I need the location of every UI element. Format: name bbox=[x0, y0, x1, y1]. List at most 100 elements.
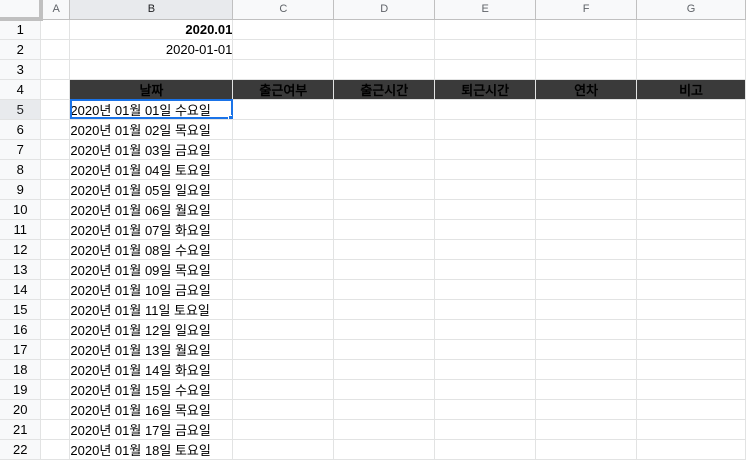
cell-E14[interactable] bbox=[434, 279, 537, 300]
row-header-14[interactable]: 14 bbox=[0, 279, 42, 300]
cell-B1[interactable]: 2020.01 bbox=[69, 19, 234, 40]
row-header-7[interactable]: 7 bbox=[0, 139, 42, 160]
cell-D11[interactable] bbox=[333, 219, 436, 240]
spreadsheet-grid[interactable]: A B C D E F G 1 2020.01 2 2020-01-01 3 4 날짜 출근여부 출근시간 퇴근… bbox=[0, 0, 746, 469]
cell-G11[interactable] bbox=[636, 219, 746, 240]
cell-A10[interactable] bbox=[40, 199, 71, 220]
row-header-12[interactable]: 12 bbox=[0, 239, 42, 260]
cell-D18[interactable] bbox=[333, 359, 436, 380]
cell-E19[interactable] bbox=[434, 379, 537, 400]
cell-D1[interactable] bbox=[333, 19, 436, 40]
cell-D20[interactable] bbox=[333, 399, 436, 420]
row-header-5[interactable]: 5 bbox=[0, 99, 42, 120]
row-header-2[interactable]: 2 bbox=[0, 39, 42, 60]
cell-E22[interactable] bbox=[434, 439, 537, 460]
cell-F2[interactable] bbox=[535, 39, 638, 60]
cell-D21[interactable] bbox=[333, 419, 436, 440]
cell-G16[interactable] bbox=[636, 319, 746, 340]
cell-G2[interactable] bbox=[636, 39, 746, 60]
cell-E11[interactable] bbox=[434, 219, 537, 240]
cell-G15[interactable] bbox=[636, 299, 746, 320]
cell-C22[interactable] bbox=[232, 439, 335, 460]
cell-G9[interactable] bbox=[636, 179, 746, 200]
cell-A9[interactable] bbox=[40, 179, 71, 200]
cell-B3[interactable] bbox=[69, 59, 234, 80]
active-cell-B5[interactable]: 2020년 01월 01일 수요일 bbox=[69, 99, 234, 120]
cell-B11[interactable]: 2020년 01월 07일 화요일 bbox=[69, 219, 234, 240]
cell-D19[interactable] bbox=[333, 379, 436, 400]
column-header-E[interactable]: E bbox=[434, 0, 537, 20]
cell-A2[interactable] bbox=[40, 39, 71, 60]
cell-G10[interactable] bbox=[636, 199, 746, 220]
cell-B6[interactable]: 2020년 01월 02일 목요일 bbox=[69, 119, 234, 140]
cell-G6[interactable] bbox=[636, 119, 746, 140]
cell-D2[interactable] bbox=[333, 39, 436, 60]
cell-F22[interactable] bbox=[535, 439, 638, 460]
cell-D17[interactable] bbox=[333, 339, 436, 360]
cell-A22[interactable] bbox=[40, 439, 71, 460]
cell-F17[interactable] bbox=[535, 339, 638, 360]
cell-E7[interactable] bbox=[434, 139, 537, 160]
cell-A21[interactable] bbox=[40, 419, 71, 440]
row-header-10[interactable]: 10 bbox=[0, 199, 42, 220]
cell-G8[interactable] bbox=[636, 159, 746, 180]
cell-G1[interactable] bbox=[636, 19, 746, 40]
cell-A4[interactable] bbox=[40, 79, 71, 100]
cell-E20[interactable] bbox=[434, 399, 537, 420]
row-header-3[interactable]: 3 bbox=[0, 59, 42, 80]
cell-D22[interactable] bbox=[333, 439, 436, 460]
cell-A3[interactable] bbox=[40, 59, 71, 80]
row-header-13[interactable]: 13 bbox=[0, 259, 42, 280]
cell-F11[interactable] bbox=[535, 219, 638, 240]
cell-F15[interactable] bbox=[535, 299, 638, 320]
row-header-18[interactable]: 18 bbox=[0, 359, 42, 380]
cell-E8[interactable] bbox=[434, 159, 537, 180]
cell-E2[interactable] bbox=[434, 39, 537, 60]
row-header-6[interactable]: 6 bbox=[0, 119, 42, 140]
cell-G13[interactable] bbox=[636, 259, 746, 280]
row-header-15[interactable]: 15 bbox=[0, 299, 42, 320]
cell-F5[interactable] bbox=[535, 99, 638, 120]
cell-E18[interactable] bbox=[434, 359, 537, 380]
cell-G17[interactable] bbox=[636, 339, 746, 360]
cell-E9[interactable] bbox=[434, 179, 537, 200]
cell-A18[interactable] bbox=[40, 359, 71, 380]
cell-A15[interactable] bbox=[40, 299, 71, 320]
cell-F1[interactable] bbox=[535, 19, 638, 40]
cell-B14[interactable]: 2020년 01월 10일 금요일 bbox=[69, 279, 234, 300]
cell-F9[interactable] bbox=[535, 179, 638, 200]
cell-F13[interactable] bbox=[535, 259, 638, 280]
table-header-C[interactable]: 출근여부 bbox=[232, 79, 335, 100]
cell-A8[interactable] bbox=[40, 159, 71, 180]
cell-F20[interactable] bbox=[535, 399, 638, 420]
row-header-22[interactable]: 22 bbox=[0, 439, 42, 460]
cell-D14[interactable] bbox=[333, 279, 436, 300]
cell-D5[interactable] bbox=[333, 99, 436, 120]
cell-A12[interactable] bbox=[40, 239, 71, 260]
cell-A11[interactable] bbox=[40, 219, 71, 240]
cell-B8[interactable]: 2020년 01월 04일 토요일 bbox=[69, 159, 234, 180]
cell-F12[interactable] bbox=[535, 239, 638, 260]
column-header-C[interactable]: C bbox=[232, 0, 335, 20]
select-all-corner[interactable] bbox=[0, 0, 43, 21]
cell-E10[interactable] bbox=[434, 199, 537, 220]
cell-F8[interactable] bbox=[535, 159, 638, 180]
row-header-19[interactable]: 19 bbox=[0, 379, 42, 400]
cell-E12[interactable] bbox=[434, 239, 537, 260]
cell-F10[interactable] bbox=[535, 199, 638, 220]
row-header-21[interactable]: 21 bbox=[0, 419, 42, 440]
cell-F16[interactable] bbox=[535, 319, 638, 340]
cell-D13[interactable] bbox=[333, 259, 436, 280]
cell-B20[interactable]: 2020년 01월 16일 목요일 bbox=[69, 399, 234, 420]
cell-E21[interactable] bbox=[434, 419, 537, 440]
cell-A16[interactable] bbox=[40, 319, 71, 340]
table-header-E[interactable]: 퇴근시간 bbox=[434, 79, 537, 100]
cell-B9[interactable]: 2020년 01월 05일 일요일 bbox=[69, 179, 234, 200]
cell-A7[interactable] bbox=[40, 139, 71, 160]
cell-F3[interactable] bbox=[535, 59, 638, 80]
cell-B21[interactable]: 2020년 01월 17일 금요일 bbox=[69, 419, 234, 440]
cell-C9[interactable] bbox=[232, 179, 335, 200]
table-header-G[interactable]: 비고 bbox=[636, 79, 746, 100]
row-header-1[interactable]: 1 bbox=[0, 19, 42, 40]
cell-D9[interactable] bbox=[333, 179, 436, 200]
